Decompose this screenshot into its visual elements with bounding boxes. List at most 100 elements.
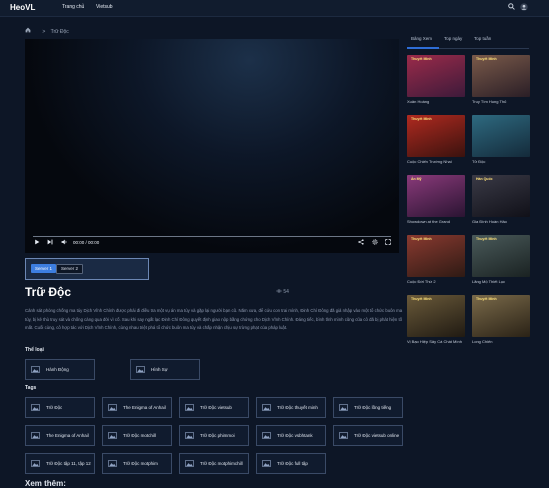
view-count: 54	[276, 289, 289, 295]
genre-chip[interactable]: Hành Động	[25, 359, 95, 380]
genre-chip[interactable]: Hình Sự	[130, 359, 200, 380]
movie-title[interactable]: Vị Bạo Hiệp Sây Cá Chát Mình	[407, 339, 471, 344]
breadcrumb-current[interactable]: Trữ Độc	[51, 29, 69, 35]
tag-label: Trữ Độc lồng tiếng	[354, 405, 392, 410]
progress-bar[interactable]	[33, 236, 391, 237]
share-icon[interactable]	[358, 239, 364, 247]
tag-label: Trữ Độc full tập	[277, 461, 308, 466]
tag-chip[interactable]: Trữ Độc vsbhtank	[256, 425, 326, 446]
image-icon	[108, 404, 117, 411]
tag-label: Trữ Độc thuyết minh	[277, 405, 318, 410]
time-display: 00:00 / 00:00	[73, 240, 100, 245]
top-navbar: HeoVL Trang chủ Vietsub	[0, 0, 549, 17]
movie-poster[interactable]: Thuyết Minh	[472, 235, 530, 277]
image-icon	[339, 432, 348, 439]
movie-title[interactable]: Showdown at the Grand	[407, 219, 471, 224]
image-icon	[31, 432, 40, 439]
tag-label: Trữ Độc motphim	[123, 461, 158, 466]
tag-label: Trữ Độc vsbhtank	[277, 433, 313, 438]
play-icon[interactable]	[34, 239, 40, 247]
tag-chip[interactable]: Trữ Độc vietsub	[179, 397, 249, 418]
image-icon	[339, 404, 348, 411]
image-icon	[262, 460, 271, 467]
tag-label: Trữ Độc phimmoi	[200, 433, 235, 438]
poster-tag: Thuyết Minh	[476, 57, 497, 61]
tag-label: Trữ Độc tập 11, tập 12	[46, 461, 91, 466]
movie-title[interactable]: Long Chiến	[472, 339, 536, 344]
poster-tag: Thuyết Minh	[411, 297, 432, 301]
tag-chip[interactable]: Trữ Độc full tập	[256, 453, 326, 474]
movie-poster[interactable]: Hàn Quốc	[472, 175, 530, 217]
poster-tag: Ẩn Mỹ	[411, 177, 422, 181]
movie-title[interactable]: Cuộc Đời Thứ 2	[407, 279, 471, 284]
tag-chip[interactable]: Trữ Độc tập 11, tập 12	[25, 453, 95, 474]
nav-vietsub[interactable]: Vietsub	[96, 4, 113, 10]
poster-tag: Thuyết Minh	[411, 117, 432, 121]
movie-title[interactable]: Tử Độc	[472, 159, 536, 164]
movie-poster[interactable]: Ẩn Mỹ	[407, 175, 465, 217]
fullscreen-icon[interactable]	[385, 239, 391, 247]
poster-tag: Thuyết Minh	[411, 57, 432, 61]
movie-poster[interactable]: Thuyết Minh	[407, 295, 465, 337]
user-icon[interactable]	[519, 3, 528, 12]
tag-label: Trữ Độc motchill	[123, 433, 156, 438]
tag-label: Trữ Độc vietsub	[200, 405, 232, 410]
tag-label: Trữ Độc	[46, 405, 63, 410]
tag-chip[interactable]: Trữ Độc motphimchill	[179, 453, 249, 474]
settings-icon[interactable]	[372, 239, 378, 247]
tab-top-tuan[interactable]: Top tuần	[474, 36, 491, 41]
image-icon	[262, 404, 271, 411]
tag-label: The Enigma of Anhail	[123, 405, 166, 410]
video-player[interactable]: 00:00 / 00:00	[25, 39, 399, 253]
movie-poster[interactable]	[472, 115, 530, 157]
movie-title[interactable]: Xuân Hoàng	[407, 99, 471, 104]
movie-poster[interactable]: Thuyết Minh	[407, 115, 465, 157]
breadcrumb: > Trữ Độc	[25, 27, 73, 35]
movie-description: Cảnh sát phòng chống ma túy Dịch Vĩnh Ch…	[25, 308, 403, 330]
movie-poster[interactable]: Thuyết Minh	[407, 235, 465, 277]
image-icon	[31, 366, 40, 373]
server-2-button[interactable]: Server 2	[56, 264, 84, 274]
site-logo[interactable]: HeoVL	[10, 3, 35, 12]
search-icon[interactable]	[507, 3, 516, 12]
tag-chip[interactable]: The Enigma of Anhail	[25, 425, 95, 446]
tag-label: Trữ Độc vietsub online	[354, 433, 400, 438]
tab-active-indicator	[407, 47, 439, 49]
tag-chip[interactable]: Trữ Độc motchill	[102, 425, 172, 446]
nav-home[interactable]: Trang chủ	[62, 4, 84, 10]
movie-poster[interactable]: Thuyết Minh	[472, 295, 530, 337]
tag-chip[interactable]: Trữ Độc phimmoi	[179, 425, 249, 446]
poster-tag: Thuyết Minh	[476, 237, 497, 241]
tab-bang-xem[interactable]: Bảng Xem	[411, 36, 432, 41]
movie-title[interactable]: Gia Đình Hoàn Hảo	[472, 219, 536, 224]
genre-heading: Thể loại	[25, 347, 44, 353]
server-1-button[interactable]: Server 1	[31, 264, 57, 273]
image-icon	[108, 460, 117, 467]
movie-poster[interactable]: Thuyết Minh	[472, 55, 530, 97]
tags-heading: Tags	[25, 385, 37, 391]
server-selector: Server 1 Server 2	[25, 258, 149, 280]
image-icon	[136, 366, 145, 373]
tag-chip[interactable]: Trữ Độc vietsub online	[333, 425, 403, 446]
home-icon[interactable]	[25, 27, 32, 35]
tag-chip[interactable]: Trữ Độc	[25, 397, 95, 418]
image-icon	[185, 432, 194, 439]
image-icon	[185, 460, 194, 467]
volume-icon[interactable]	[61, 239, 68, 247]
more-heading: Xem thêm:	[25, 479, 66, 488]
skip-icon[interactable]	[47, 239, 53, 247]
movie-poster[interactable]: Thuyết Minh	[407, 55, 465, 97]
genre-label: Hình Sự	[151, 367, 168, 372]
poster-tag: Thuyết Minh	[411, 237, 432, 241]
tag-chip[interactable]: Trữ Độc thuyết minh	[256, 397, 326, 418]
movie-title[interactable]: Truy Tìm Hung Thủ	[472, 99, 536, 104]
image-icon	[108, 432, 117, 439]
tag-chip[interactable]: Trữ Độc motphim	[102, 453, 172, 474]
movie-title[interactable]: Cuộc Chiến Trường Nhai	[407, 159, 471, 164]
image-icon	[262, 432, 271, 439]
tag-label: The Enigma of Anhail	[46, 433, 89, 438]
tab-top-ngay[interactable]: Top ngày	[444, 36, 462, 41]
movie-title[interactable]: Lãng Mộ Thiết Lục	[472, 279, 536, 284]
tag-chip[interactable]: The Enigma of Anhail	[102, 397, 172, 418]
tag-chip[interactable]: Trữ Độc lồng tiếng	[333, 397, 403, 418]
